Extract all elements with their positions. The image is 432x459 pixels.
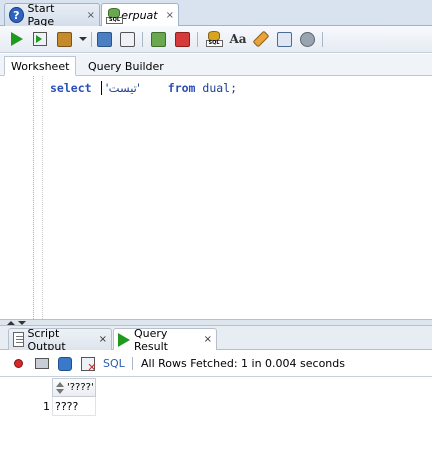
column-header-label: '????' [67, 382, 94, 393]
keyword-select: select [50, 81, 92, 95]
text-caret [101, 81, 103, 95]
sort-icon[interactable] [56, 381, 64, 394]
tab-erpuat-close-icon[interactable]: × [166, 10, 174, 21]
commit-icon[interactable] [55, 30, 73, 48]
run-statement-icon[interactable] [8, 30, 26, 48]
collapse-down-icon[interactable] [18, 321, 26, 325]
tab-query-result[interactable]: Query Result × [113, 326, 217, 353]
refresh-icon[interactable] [56, 355, 73, 372]
collapse-up-icon[interactable] [7, 321, 15, 325]
tab-script-output-close-icon[interactable]: × [99, 334, 107, 345]
string-literal: 'تيست' [105, 81, 141, 95]
table-name: dual; [202, 81, 238, 95]
history-icon[interactable] [275, 30, 293, 48]
row-number: 1 [43, 400, 50, 413]
result-tab-bar: Script Output × Query Result × [0, 326, 432, 353]
tab-start-page-label: Start Page [27, 2, 55, 28]
sql-editor[interactable]: select 'تيست' from dual; [0, 76, 432, 319]
rollback-icon[interactable] [173, 30, 191, 48]
worksheet-tab-bar: Worksheet Query Builder [0, 54, 432, 76]
tab-start-page[interactable]: ? Start Page × [4, 2, 100, 28]
tools-icon[interactable] [298, 30, 316, 48]
panel-splitter[interactable] [0, 319, 432, 326]
sql-connection-icon: SQL [106, 7, 123, 24]
keyword-from: from [167, 81, 196, 95]
result-toolbar: ✕ SQL All Rows Fetched: 1 in 0.004 secon… [0, 350, 432, 377]
tab-query-builder[interactable]: Query Builder [82, 56, 170, 76]
line-gutter [0, 76, 34, 319]
tab-script-output-label: Script Output [27, 326, 66, 353]
autotrace-icon[interactable] [118, 30, 136, 48]
tab-query-result-label: Query Result [134, 326, 168, 353]
format-case-icon[interactable]: Aa [229, 30, 247, 48]
query-result-icon [118, 332, 130, 347]
table-cell[interactable]: ???? [52, 397, 96, 416]
run-script-icon[interactable] [31, 30, 49, 48]
code-line-1[interactable]: select 'تيست' from dual; [50, 80, 237, 96]
clear-icon[interactable] [252, 30, 270, 48]
tab-erpuat[interactable]: SQL erpuat × [101, 3, 179, 27]
help-icon: ? [9, 7, 24, 23]
sql-tuning-icon[interactable]: SQL [205, 30, 223, 48]
result-grid[interactable]: '????' 1 ???? [0, 377, 432, 459]
fetch-status: All Rows Fetched: 1 in 0.004 seconds [141, 357, 345, 370]
sql-link[interactable]: SQL [103, 357, 125, 370]
commit-transaction-icon[interactable] [149, 30, 167, 48]
tab-start-page-close-icon[interactable]: × [87, 10, 95, 21]
worksheet-toolbar: SQL Aa [0, 26, 432, 53]
cancel-fetch-icon[interactable]: ✕ [79, 355, 97, 373]
tab-query-result-close-icon[interactable]: × [204, 334, 212, 345]
pin-icon[interactable] [10, 355, 27, 372]
dropdown-icon[interactable] [77, 30, 89, 48]
column-header[interactable]: '????' [52, 378, 96, 397]
explain-plan-icon[interactable] [95, 30, 113, 48]
script-output-icon [13, 332, 25, 347]
tab-script-output[interactable]: Script Output × [8, 326, 112, 353]
tab-worksheet[interactable]: Worksheet [4, 56, 77, 76]
tab-erpuat-label: erpuat [121, 9, 158, 22]
print-icon[interactable] [33, 355, 50, 372]
document-tab-bar: ? Start Page × SQL erpuat × [0, 0, 432, 28]
